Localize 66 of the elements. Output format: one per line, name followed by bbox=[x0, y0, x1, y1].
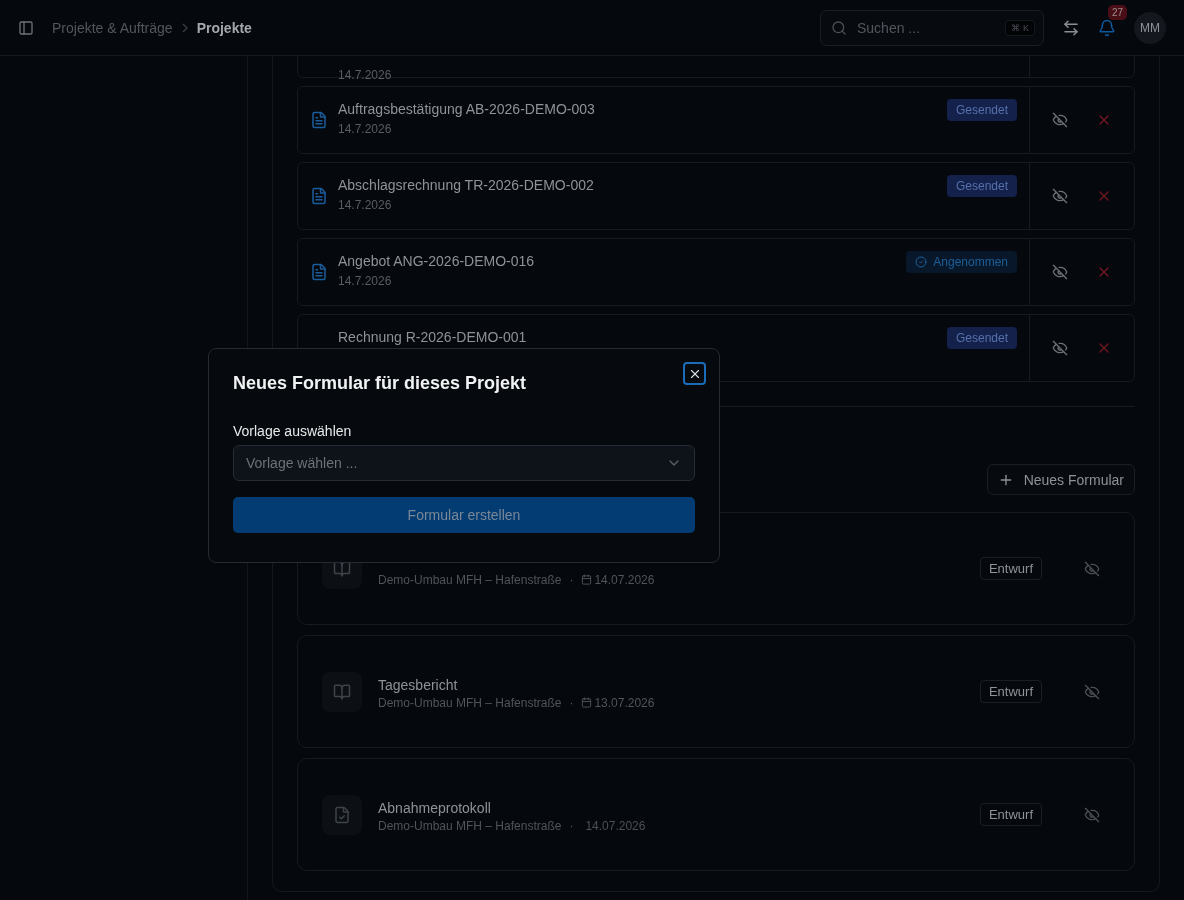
form-title: Abnahmeprotokoll bbox=[378, 799, 492, 816]
form-card[interactable]: Abnahmeprotokoll Demo-Umbau MFH – Hafenstraße · 14.07.2026 Entwurf bbox=[297, 758, 1135, 871]
form-project: Demo-Umbau MFH – Hafenstraße bbox=[378, 572, 562, 587]
arrows-icon bbox=[1062, 18, 1080, 37]
template-select[interactable]: Vorlage wählen ... bbox=[233, 445, 695, 481]
document-title: Angebot ANG-2026-DEMO-016 bbox=[338, 253, 536, 269]
document-title: Auftragsbestätigung AB-2026-DEMO-003 bbox=[338, 101, 596, 117]
status-badge: Entwurf bbox=[979, 680, 1042, 703]
separator-dot: · bbox=[569, 818, 574, 833]
eye-off-icon bbox=[1084, 806, 1100, 823]
notification-button[interactable] bbox=[1098, 18, 1116, 37]
switch-button[interactable] bbox=[1062, 18, 1080, 37]
new-form-button[interactable]: Neues Formular bbox=[986, 464, 1135, 495]
hide-button[interactable] bbox=[1084, 806, 1100, 823]
separator-dot: · bbox=[569, 695, 574, 710]
search-icon bbox=[831, 19, 847, 36]
form-date: 14.07.2026 bbox=[594, 572, 655, 587]
status-badge: Entwurf bbox=[979, 803, 1042, 826]
document-row[interactable]: Angebot ANG-2026-DEMO-016 14.7.2026 Angenommen bbox=[297, 238, 1135, 306]
book-icon bbox=[333, 682, 351, 701]
eye-off-icon bbox=[1084, 560, 1100, 577]
document-icon bbox=[310, 111, 328, 129]
status-badge: Gesendet bbox=[946, 327, 1017, 349]
document-title: Abschlagsrechnung TR-2026-DEMO-002 bbox=[338, 177, 595, 193]
document-row[interactable]: Auftragsbestätigung AB-2026-DEMO-003 14.7.2026 Gesendet bbox=[297, 86, 1135, 154]
hide-button[interactable] bbox=[1052, 264, 1068, 280]
eye-off-icon bbox=[1052, 112, 1068, 128]
separator-dot: · bbox=[569, 572, 574, 587]
status-badge: Entwurf bbox=[979, 557, 1042, 580]
document-date: 14.7.2026 bbox=[338, 274, 393, 288]
form-date: 14.07.2026 bbox=[585, 818, 646, 833]
document-date: 14.7.2026 bbox=[338, 198, 393, 212]
hide-button[interactable] bbox=[1052, 188, 1068, 204]
eye-off-icon bbox=[1084, 683, 1100, 700]
file-check-icon bbox=[333, 805, 351, 824]
search-input[interactable]: Suchen ... bbox=[855, 18, 998, 37]
document-title: Rechnung R-2026-DEMO-001 bbox=[338, 329, 528, 345]
hide-button[interactable] bbox=[1052, 340, 1068, 356]
eye-off-icon bbox=[1052, 188, 1068, 204]
notification-count: 27 bbox=[1108, 4, 1128, 20]
document-icon bbox=[310, 187, 328, 205]
shortcut-hint: ⌘ K bbox=[1005, 19, 1035, 36]
document-row[interactable]: Abschlagsrechnung TR-2026-DEMO-002 14.7.2026 Gesendet bbox=[297, 162, 1135, 230]
form-project: Demo-Umbau MFH – Hafenstraße bbox=[378, 695, 562, 710]
bell-icon bbox=[1098, 18, 1116, 37]
hide-button[interactable] bbox=[1084, 560, 1100, 577]
chevron-right-icon bbox=[180, 22, 189, 33]
form-card[interactable]: Tagesbericht Demo-Umbau MFH – Hafenstraße · 13.07.2026 Entwurf bbox=[297, 635, 1135, 748]
check-circle-icon bbox=[915, 256, 928, 268]
document-date: 14.7.2026 bbox=[338, 122, 393, 136]
breadcrumb-link[interactable]: Projekte bbox=[196, 19, 252, 36]
form-date: 13.07.2026 bbox=[594, 695, 655, 710]
hide-button[interactable] bbox=[1052, 112, 1068, 128]
form-title: Tagesbericht bbox=[378, 676, 459, 693]
sidebar-toggle-icon[interactable] bbox=[18, 19, 34, 36]
form-project: Demo-Umbau MFH – Hafenstraße bbox=[378, 818, 562, 833]
user-avatar[interactable]: MM bbox=[1134, 11, 1166, 44]
document-icon bbox=[310, 263, 328, 281]
hide-button[interactable] bbox=[1084, 683, 1100, 700]
status-badge: Gesendet bbox=[946, 175, 1017, 197]
close-button[interactable] bbox=[683, 362, 706, 385]
eye-off-icon bbox=[1052, 264, 1068, 280]
eye-off-icon bbox=[1052, 340, 1068, 356]
field-label: Vorlage auswählen bbox=[233, 423, 353, 439]
status-badge: Gesendet bbox=[946, 99, 1017, 121]
status-badge: Angenommen bbox=[906, 251, 1017, 273]
